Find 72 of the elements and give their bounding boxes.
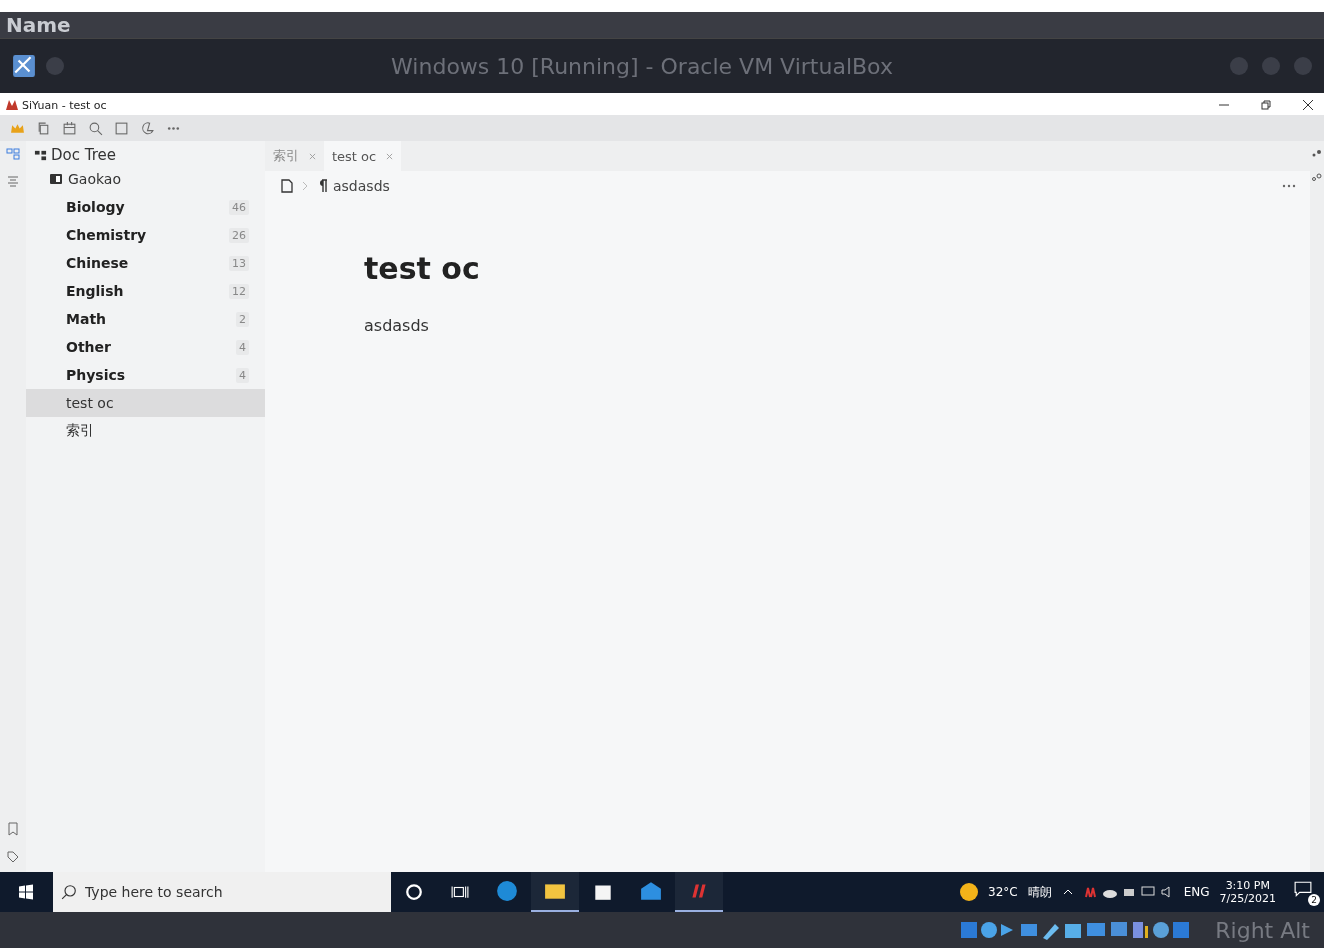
document-title: test oc — [364, 251, 481, 286]
clock-time[interactable]: 3:10 PM — [1225, 879, 1270, 892]
search-icon[interactable] — [88, 120, 103, 136]
app-icon — [12, 54, 36, 78]
close-icon[interactable] — [1302, 99, 1314, 111]
restore-icon[interactable] — [1260, 99, 1272, 111]
weather-temperature[interactable]: 32°C — [988, 885, 1018, 899]
host-key-label: Right Alt — [1215, 917, 1310, 943]
moon-icon[interactable] — [140, 120, 155, 136]
task-view-icon[interactable] — [451, 883, 469, 901]
bookmark-icon[interactable] — [6, 822, 20, 836]
item-label: English — [66, 283, 125, 299]
weather-condition[interactable]: 晴朗 — [1027, 883, 1052, 901]
item-label: Physics — [66, 367, 127, 383]
tree-item[interactable]: Biology 46 — [26, 193, 265, 221]
panel-title: Doc Tree — [51, 146, 116, 164]
chevron-icon — [301, 180, 309, 192]
taskbar-app[interactable] — [675, 872, 723, 912]
tag-icon[interactable] — [6, 850, 20, 864]
square-icon[interactable] — [114, 120, 129, 136]
count-badge: 46 — [229, 199, 249, 215]
tree-item[interactable]: Chinese 13 — [26, 249, 265, 277]
item-label: Biology — [66, 199, 126, 215]
paragraph: asdasds — [364, 316, 430, 335]
item-label: Other — [66, 339, 112, 355]
document-icon[interactable] — [281, 179, 293, 193]
search-icon — [61, 884, 77, 900]
window-title: SiYuan - test oc — [22, 98, 108, 112]
more-icon[interactable] — [1282, 184, 1296, 188]
sun-icon[interactable] — [960, 883, 979, 901]
copy-icon[interactable] — [36, 120, 51, 136]
item-label: Chinese — [66, 255, 130, 271]
tree-item[interactable]: 索引 — [26, 417, 265, 445]
count-badge: 26 — [229, 227, 249, 243]
paragraph-icon — [317, 179, 329, 193]
item-label: Math — [66, 311, 108, 327]
status-dot — [46, 57, 64, 75]
count-badge: 13 — [229, 255, 249, 271]
app-icon — [640, 880, 662, 902]
breadcrumb-item[interactable]: asdasds — [333, 178, 390, 194]
cortana-icon[interactable] — [405, 883, 423, 901]
tree-item[interactable]: English 12 — [26, 277, 265, 305]
tree-item[interactable]: Chemistry 26 — [26, 221, 265, 249]
notification-icon[interactable] — [1294, 880, 1312, 898]
language-indicator[interactable]: ENG — [1183, 885, 1210, 899]
window-title: Windows 10 [Running] - Oracle VM VirtualBox — [390, 53, 894, 79]
item-label: Chemistry — [66, 227, 148, 243]
taskbar-app[interactable] — [531, 872, 579, 912]
notebook-icon — [50, 174, 62, 184]
notification-count: 2 — [1308, 894, 1320, 906]
calendar-icon[interactable] — [62, 120, 77, 136]
count-badge: 4 — [236, 339, 249, 355]
tab[interactable]: test oc — [324, 141, 402, 171]
count-badge: 2 — [236, 311, 249, 327]
count-badge: 12 — [229, 283, 249, 299]
count-badge: 4 — [236, 367, 249, 383]
tree-item[interactable]: Other 4 — [26, 333, 265, 361]
header-title: Name — [6, 13, 71, 37]
tree-item[interactable]: Physics 4 — [26, 361, 265, 389]
item-label: 索引 — [66, 422, 95, 440]
notebook-item[interactable]: Gaokao — [26, 165, 265, 193]
windows-icon[interactable] — [18, 884, 34, 900]
app-icon — [496, 880, 518, 902]
tree-item[interactable]: Math 2 — [26, 305, 265, 333]
graph-icon[interactable] — [1312, 173, 1322, 183]
search-field[interactable]: Type here to search — [53, 872, 391, 912]
tree-item[interactable]: test oc — [26, 389, 265, 417]
clock-date[interactable]: 7/25/2021 — [1219, 892, 1276, 905]
item-label: test oc — [66, 395, 115, 411]
app-icon — [6, 100, 18, 110]
tree-icon — [34, 148, 47, 162]
graph-icon[interactable] — [1312, 149, 1322, 159]
